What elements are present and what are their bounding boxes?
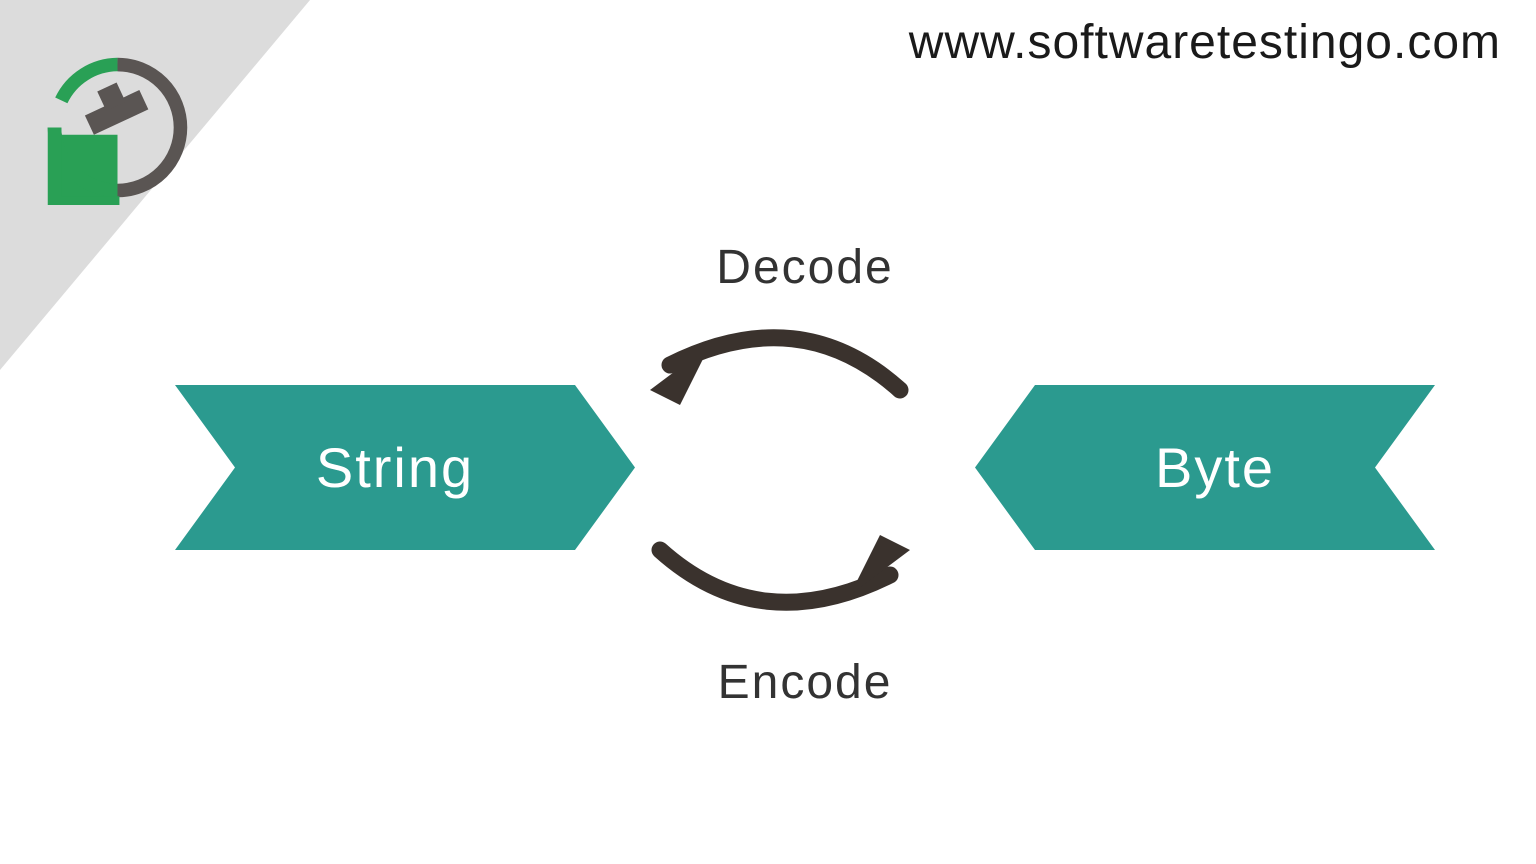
- byte-label: Byte: [1155, 435, 1275, 500]
- site-url: www.softwaretestingo.com: [909, 15, 1501, 70]
- string-label: String: [316, 435, 474, 500]
- decode-label: Decode: [716, 240, 893, 295]
- site-logo: [40, 50, 195, 205]
- encoding-diagram: String Byte Decode Encode: [175, 240, 1435, 730]
- byte-node: Byte: [975, 385, 1435, 550]
- encode-label: Encode: [718, 655, 893, 710]
- string-node: String: [175, 385, 635, 550]
- cycle-arrows: [620, 310, 940, 630]
